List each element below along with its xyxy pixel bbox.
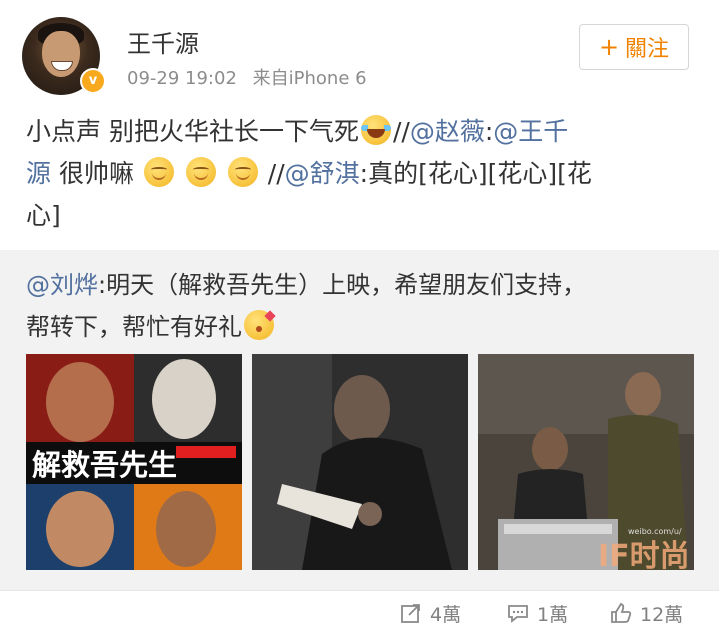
content-text: 小点声 别把火华社长一下气死 (26, 117, 359, 146)
content-text: 心] (26, 201, 61, 230)
thumbs-up-icon (611, 602, 632, 623)
repost-separator: // (259, 159, 285, 188)
kiss-emoji-icon (244, 310, 274, 340)
share-icon (401, 604, 420, 623)
comment-button[interactable]: 1萬 (507, 591, 568, 635)
repost-text: @刘烨:明天（解救吾先生）上映，希望朋友们支持， 帮转下，帮忙有好礼 (26, 264, 696, 348)
mention-link[interactable]: @刘烨 (26, 271, 98, 299)
actor-photo-image[interactable] (252, 354, 468, 570)
smile-emoji-icon (143, 157, 174, 187)
movie-poster-image[interactable]: 解救吾先生 (26, 354, 242, 570)
action-bar: 4萬 1萬 12萬 (0, 590, 719, 635)
username[interactable]: 王千源 (127, 24, 199, 59)
plus-icon: + (598, 33, 620, 61)
like-count: 12萬 (640, 603, 684, 626)
mention-link[interactable]: @王千 (493, 117, 568, 146)
smile-emoji-icon (227, 157, 258, 187)
mention-link[interactable]: @赵薇 (410, 117, 485, 146)
watermark-url: weibo.com/u/ (628, 527, 682, 536)
content-text: : (484, 117, 494, 146)
post-header: v 王千源 09-29 19:02 来自iPhone 6 + 關注 (0, 0, 719, 110)
repost-card[interactable]: @刘烨:明天（解救吾先生）上映，希望朋友们支持， 帮转下，帮忙有好礼 解救吾先生 (0, 250, 719, 590)
repost-line: :明天（解救吾先生）上映，希望朋友们支持， (98, 271, 587, 299)
comment-icon (508, 605, 528, 623)
watermark-text: IF时尚 (598, 539, 690, 570)
comment-count: 1萬 (537, 603, 569, 626)
laughing-tears-emoji-icon (360, 115, 391, 145)
mention-link[interactable]: 源 (26, 159, 51, 188)
post-content: 小点声 别把火华社长一下气死//@赵薇:@王千源 很帅嘛 //@舒淇:真的[花心… (26, 111, 692, 237)
image-grid: 解救吾先生 IF时尚 weibo.com/u/ (26, 354, 696, 570)
like-button[interactable]: 12萬 (610, 591, 683, 635)
poster-title: 解救吾先生 (32, 448, 177, 482)
content-text: 很帅嘛 (51, 159, 134, 188)
repost-separator: // (392, 117, 410, 146)
post-date: 09-29 19:02 (127, 68, 237, 89)
repost-count: 4萬 (430, 603, 462, 626)
post-meta: 09-29 19:02 来自iPhone 6 (127, 64, 367, 90)
content-text: :真的[花心][花心][花 (359, 159, 592, 188)
post-source: 来自iPhone 6 (252, 68, 367, 89)
scene-photo-image[interactable]: IF时尚 weibo.com/u/ (478, 354, 694, 570)
follow-button[interactable]: + 關注 (579, 24, 689, 70)
repost-button[interactable]: 4萬 (400, 591, 461, 635)
mention-link[interactable]: @舒淇 (285, 159, 360, 188)
smile-emoji-icon (185, 157, 216, 187)
follow-label: 關注 (625, 37, 670, 62)
repost-line: 帮转下，帮忙有好礼 (26, 313, 242, 341)
verified-badge-icon: v (80, 68, 106, 94)
